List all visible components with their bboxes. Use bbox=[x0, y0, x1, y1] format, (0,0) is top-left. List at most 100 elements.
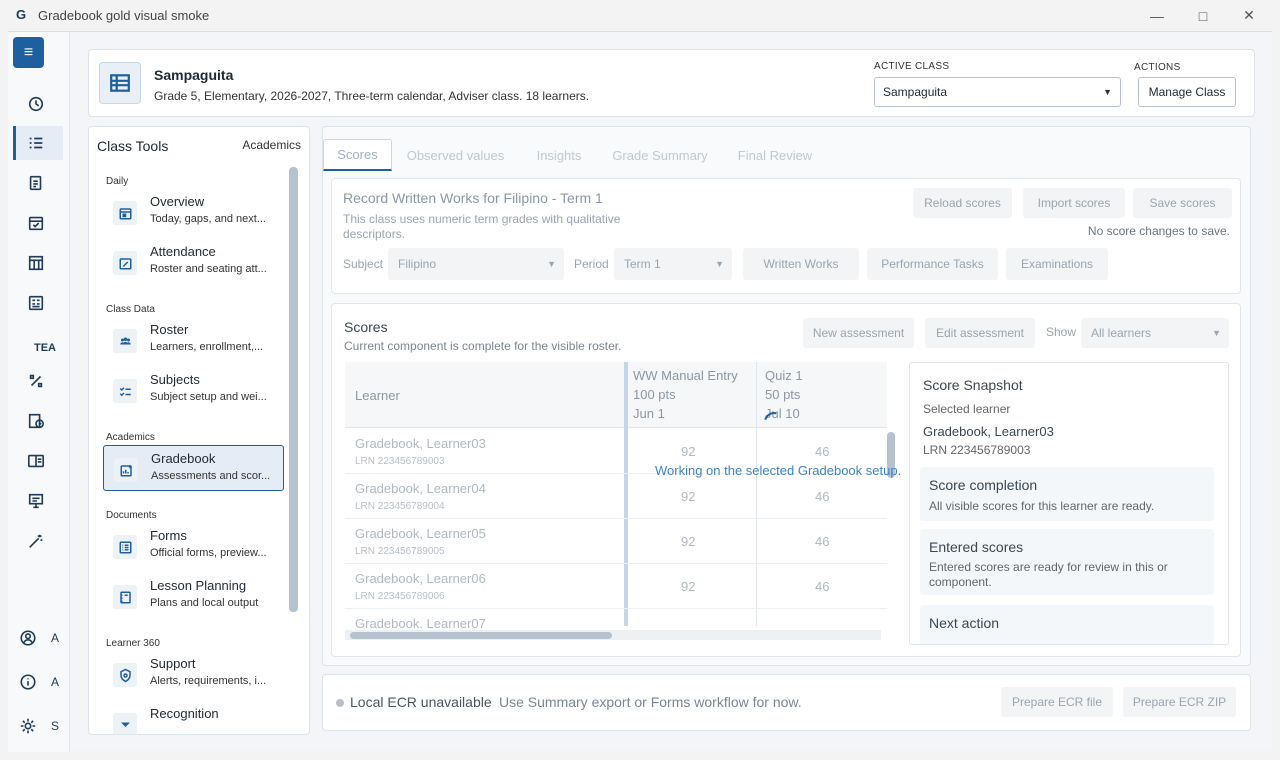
score-cell[interactable]: 46 bbox=[815, 534, 829, 549]
rail-magic[interactable] bbox=[13, 524, 63, 558]
table-row[interactable]: Gradebook, Learner04 LRN 223456789004 92… bbox=[345, 474, 887, 519]
tool-lesson-planning[interactable]: Lesson Planning Plans and local output bbox=[103, 573, 285, 619]
tool-name: Overview bbox=[150, 194, 205, 209]
written-works-button[interactable]: Written Works bbox=[743, 248, 859, 280]
tab-final-review[interactable]: Final Review bbox=[725, 139, 825, 171]
edit-calendar-icon bbox=[113, 251, 137, 275]
prepare-ecr-zip-button[interactable]: Prepare ECR ZIP bbox=[1123, 687, 1236, 717]
table-row[interactable]: Gradebook, Learner05 LRN 223456789005 92… bbox=[345, 519, 887, 564]
score-cell[interactable]: 92 bbox=[681, 626, 695, 628]
minimize-button[interactable]: — bbox=[1134, 0, 1180, 31]
book-open-icon bbox=[27, 454, 45, 468]
import-scores-button[interactable]: Import scores bbox=[1023, 188, 1125, 218]
score-cell[interactable]: 46 bbox=[815, 444, 829, 459]
snapshot-learner-lrn: LRN 223456789003 bbox=[923, 443, 1031, 457]
col2-points: 50 pts bbox=[765, 387, 801, 402]
settings-icon bbox=[20, 718, 36, 734]
menu-button[interactable]: ≡ bbox=[13, 37, 44, 68]
tool-attendance[interactable]: Attendance Roster and seating att... bbox=[103, 239, 285, 285]
people-icon bbox=[113, 329, 137, 353]
score-cell[interactable]: 92 bbox=[681, 579, 695, 594]
rail-report[interactable] bbox=[13, 286, 63, 320]
entered-scores-card: Entered scores Entered scores are ready … bbox=[920, 529, 1214, 595]
period-select[interactable]: Term 1 ▼ bbox=[614, 248, 732, 280]
rail-documents[interactable] bbox=[13, 166, 63, 200]
tool-name: Attendance bbox=[150, 244, 216, 259]
col2-name: Quiz 1 bbox=[765, 368, 803, 383]
app-logo: G bbox=[16, 7, 27, 22]
rail-schedule[interactable] bbox=[13, 404, 63, 438]
tool-sub: Roster and seating att... bbox=[150, 263, 267, 275]
tab-grade-summary[interactable]: Grade Summary bbox=[605, 139, 715, 171]
learner-name: Gradebook, Learner03 bbox=[355, 436, 486, 451]
rail-calendar[interactable] bbox=[13, 206, 63, 240]
active-class-select[interactable]: Sampaguita ▼ bbox=[874, 77, 1121, 107]
rail-classes[interactable] bbox=[13, 126, 63, 160]
score-cell[interactable]: 92 bbox=[681, 444, 695, 459]
window-title: Gradebook gold visual smoke bbox=[38, 8, 210, 23]
save-scores-button[interactable]: Save scores bbox=[1133, 188, 1232, 218]
tool-gradebook[interactable]: Gradebook Assessments and scor... bbox=[103, 445, 284, 491]
close-button[interactable]: ✕ bbox=[1226, 0, 1272, 31]
tab-insights[interactable]: Insights bbox=[523, 139, 595, 171]
performance-tasks-button[interactable]: Performance Tasks bbox=[867, 248, 998, 280]
col1-name: WW Manual Entry bbox=[633, 368, 738, 383]
tool-forms[interactable]: Forms Official forms, preview... bbox=[103, 523, 285, 569]
rail-presentation[interactable] bbox=[13, 484, 63, 518]
clock-icon bbox=[28, 96, 44, 112]
group-class-data: Class Data bbox=[106, 304, 155, 315]
score-cell[interactable]: 46 bbox=[815, 626, 829, 628]
record-desc-1: This class uses numeric term grades with… bbox=[343, 212, 621, 226]
score-cell[interactable]: 92 bbox=[681, 489, 695, 504]
table-row[interactable]: Gradebook, Learner06 LRN 223456789006 92… bbox=[345, 564, 887, 609]
tool-name: Support bbox=[150, 656, 196, 671]
actions-label: ACTIONS bbox=[1134, 62, 1181, 73]
app-window: G Gradebook gold visual smoke — □ ✕ ≡ TE… bbox=[0, 0, 1280, 760]
reload-scores-button[interactable]: Reload scores bbox=[913, 188, 1012, 218]
tools-filter[interactable]: Academics bbox=[242, 138, 301, 152]
tool-roster[interactable]: Roster Learners, enrollment,... bbox=[103, 317, 285, 363]
tools-scrollbar[interactable] bbox=[289, 167, 298, 612]
rail-section-label: TEA bbox=[34, 342, 56, 354]
report-icon bbox=[28, 295, 44, 311]
tool-subjects[interactable]: Subjects Subject setup and wei... bbox=[103, 367, 285, 413]
maximize-button[interactable]: □ bbox=[1180, 0, 1226, 31]
rail-about[interactable]: A bbox=[13, 665, 63, 699]
rail-account[interactable]: A bbox=[13, 621, 63, 655]
examinations-button[interactable]: Examinations bbox=[1006, 248, 1108, 280]
rail-grading[interactable] bbox=[13, 364, 63, 398]
tool-support[interactable]: Support Alerts, requirements, i... bbox=[103, 651, 285, 697]
form-list-icon bbox=[113, 535, 137, 559]
manage-class-button[interactable]: Manage Class bbox=[1138, 77, 1236, 107]
scores-card: Scores Current component is complete for… bbox=[331, 303, 1241, 657]
subject-select[interactable]: Filipino ▼ bbox=[388, 248, 564, 280]
prepare-ecr-file-button[interactable]: Prepare ECR file bbox=[1001, 687, 1113, 717]
class-tools-panel: Class Tools Academics Daily Overview Tod… bbox=[88, 126, 310, 735]
tool-sub: Official forms, preview... bbox=[150, 547, 267, 559]
tool-name: Recognition bbox=[150, 706, 219, 721]
score-cell[interactable]: 46 bbox=[815, 579, 829, 594]
grid-h-scrollbar[interactable] bbox=[350, 632, 612, 639]
edit-assessment-button[interactable]: Edit assessment bbox=[925, 318, 1035, 348]
table-row[interactable]: Gradebook, Learner07 92 46 bbox=[345, 609, 887, 628]
rail-settings[interactable]: S bbox=[13, 709, 63, 743]
learner-name: Gradebook, Learner07 bbox=[355, 616, 486, 628]
rail-table[interactable] bbox=[13, 246, 63, 280]
group-documents: Documents bbox=[106, 510, 157, 521]
col1-points: 100 pts bbox=[633, 387, 676, 402]
snapshot-learner-name: Gradebook, Learner03 bbox=[923, 424, 1054, 439]
new-assessment-button[interactable]: New assessment bbox=[803, 318, 914, 348]
tool-recognition[interactable]: Recognition bbox=[103, 701, 285, 734]
score-cell[interactable]: 46 bbox=[815, 489, 829, 504]
score-cell[interactable]: 92 bbox=[681, 534, 695, 549]
class-name: Sampaguita bbox=[154, 67, 234, 83]
show-filter-select[interactable]: All learners ▼ bbox=[1081, 318, 1229, 348]
user-circle-icon bbox=[20, 630, 36, 646]
rail-dashboard[interactable] bbox=[13, 87, 63, 121]
group-academics: Academics bbox=[106, 432, 155, 443]
tab-observed-values[interactable]: Observed values bbox=[398, 139, 513, 171]
tab-scores[interactable]: Scores bbox=[323, 139, 392, 171]
rail-book[interactable] bbox=[13, 444, 63, 478]
tool-overview[interactable]: Overview Today, gaps, and next... bbox=[103, 189, 285, 235]
chart-add-icon bbox=[114, 458, 138, 482]
